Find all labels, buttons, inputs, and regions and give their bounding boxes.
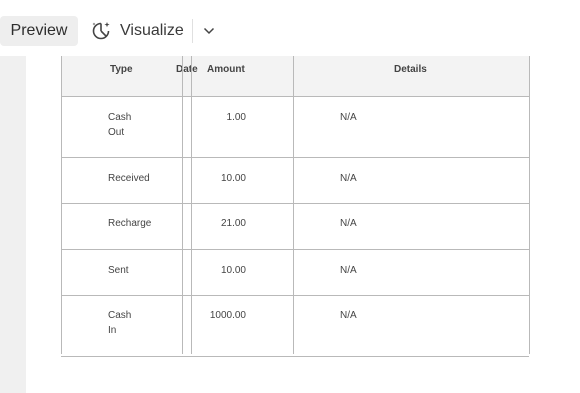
column-divider-type-date[interactable] — [182, 56, 183, 354]
table-row[interactable]: Cash In 1000.00 N/A — [61, 296, 529, 357]
header-type[interactable]: Type — [110, 64, 133, 75]
left-sidebar-strip — [0, 56, 26, 393]
header-amount[interactable]: Amount — [207, 64, 245, 75]
cell-type: Sent — [108, 265, 129, 276]
cell-amount: 1.00 — [226, 112, 246, 123]
visualize-dropdown-button[interactable] — [198, 16, 220, 46]
visualize-button[interactable]: Visualize — [90, 16, 184, 46]
table-row[interactable]: Cash Out 1.00 N/A — [61, 97, 529, 158]
header-details[interactable]: Details — [394, 64, 427, 75]
cell-details: N/A — [340, 265, 357, 276]
cell-type: Received — [108, 173, 150, 184]
table-row[interactable]: Recharge 21.00 N/A — [61, 204, 529, 250]
visualize-label: Visualize — [120, 22, 184, 39]
data-table: Type Date Amount Details Cash Out 1.00 N… — [61, 56, 529, 357]
toolbar: Preview Visualize — [0, 0, 580, 56]
cell-details: N/A — [340, 112, 357, 123]
cell-details: N/A — [340, 310, 357, 321]
sparkle-chart-icon — [90, 20, 112, 42]
cell-amount: 10.00 — [220, 173, 246, 184]
page: Preview Visualize Type Date Amount Detai… — [0, 0, 580, 393]
cell-amount: 21.00 — [220, 218, 246, 229]
cell-type: Cash In — [108, 310, 132, 336]
toolbar-divider — [192, 19, 193, 43]
cell-amount: 1000.00 — [209, 310, 246, 321]
chevron-down-icon — [203, 22, 215, 40]
cell-type: Cash Out — [108, 112, 132, 138]
cell-details: N/A — [340, 173, 357, 184]
cell-details: N/A — [340, 218, 357, 229]
table-header-row: Type Date Amount Details — [61, 56, 529, 97]
column-divider-amount-details[interactable] — [293, 56, 294, 354]
cell-type: Recharge — [108, 218, 152, 229]
preview-button[interactable]: Preview — [0, 16, 78, 46]
table-row[interactable]: Sent 10.00 N/A — [61, 250, 529, 296]
table-row[interactable]: Received 10.00 N/A — [61, 158, 529, 204]
column-divider-date-amount[interactable] — [191, 56, 192, 354]
cell-amount: 10.00 — [220, 265, 246, 276]
header-date[interactable]: Date — [176, 64, 198, 75]
